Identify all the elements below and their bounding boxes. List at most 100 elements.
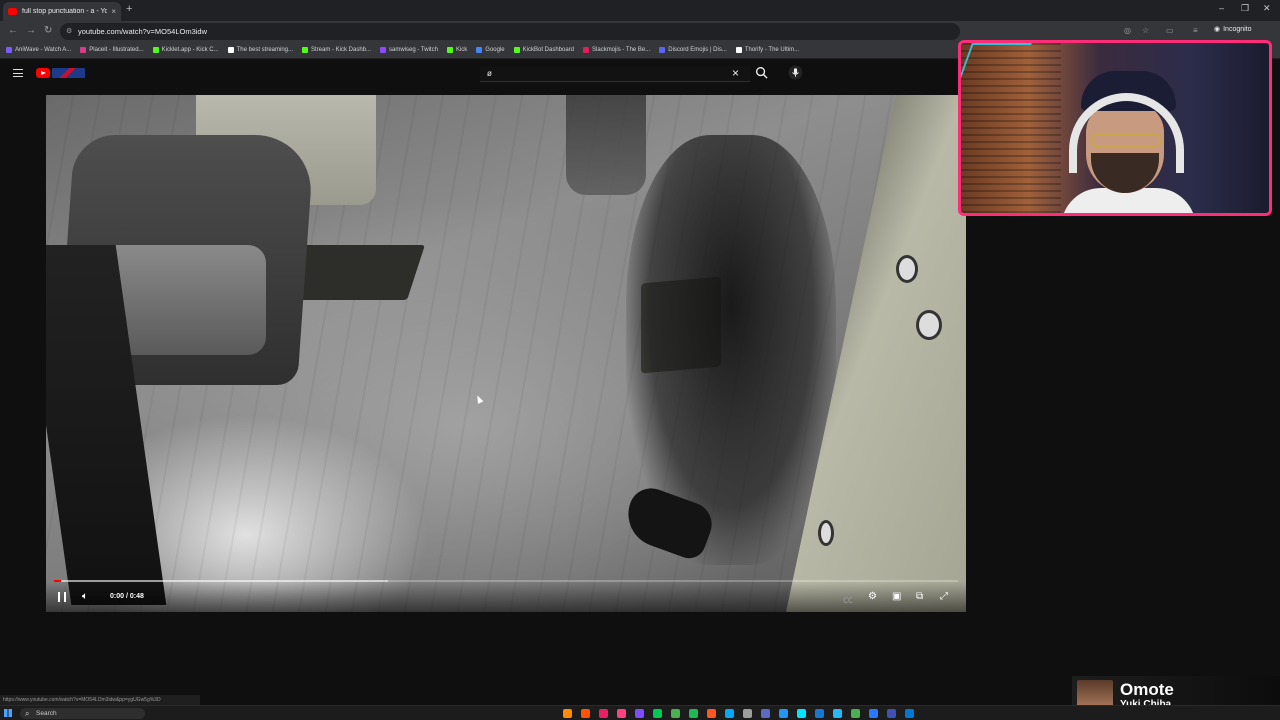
bookmark-item[interactable]: AniWave - Watch A...: [6, 47, 71, 53]
bookmark-favicon-icon: [446, 47, 453, 53]
bookmark-favicon-icon: [476, 47, 483, 53]
browser-toolbar: ← → ↻ ⚙ youtube.com/watch?v=MO54LOm3idw …: [0, 21, 1280, 42]
search-icon[interactable]: [755, 66, 768, 79]
youtube-logo-icon[interactable]: [36, 68, 50, 78]
new-tab-button[interactable]: +: [126, 3, 132, 15]
taskbar-app-icon[interactable]: [689, 709, 698, 718]
tab-title: full stop punctuation - a - YouT: [22, 8, 108, 15]
bookmark-label: KickBot Dashboard: [522, 47, 575, 53]
bookmark-item[interactable]: Thorify - The Ultim...: [735, 47, 799, 53]
address-bar[interactable]: ⚙ youtube.com/watch?v=MO54LOm3idw: [60, 23, 960, 40]
incognito-indicator[interactable]: ◉ Incognito: [1214, 25, 1252, 34]
bookmark-favicon-icon: [583, 47, 590, 53]
video-player[interactable]: 🔈︎ 0:00 / 0:48 ㏄ ⚙ ▣ ⧉ ⤢: [46, 95, 966, 612]
taskbar-app-icon[interactable]: [815, 709, 824, 718]
time-display: 0:00 / 0:48: [110, 593, 144, 600]
taskbar-app-icon[interactable]: [743, 709, 752, 718]
bookmark-label: Stream - Kick Dashb...: [311, 47, 372, 53]
bookmark-favicon-icon: [380, 47, 387, 53]
taskbar-apps: [563, 709, 914, 718]
taskbar-app-icon[interactable]: [707, 709, 716, 718]
taskbar-app-icon[interactable]: [581, 709, 590, 718]
bookmark-favicon-icon: [80, 47, 87, 53]
taskbar-app-icon[interactable]: [563, 709, 572, 718]
back-arrow-icon[interactable]: ←: [8, 25, 18, 36]
eye-off-icon[interactable]: ◎: [1124, 26, 1131, 35]
fullscreen-icon[interactable]: ⤢: [940, 591, 948, 602]
captions-icon[interactable]: ㏄: [843, 591, 853, 606]
taskbar-app-icon[interactable]: [725, 709, 734, 718]
bookmark-label: Discord Emojis | Dis...: [668, 47, 727, 53]
bookmark-item[interactable]: Discord Emojis | Dis...: [659, 47, 727, 53]
clear-search-icon[interactable]: ×: [732, 66, 739, 80]
close-window-icon[interactable]: ✕: [1263, 3, 1271, 14]
video-frame-magnet: [896, 255, 918, 283]
progress-bar[interactable]: [54, 580, 958, 582]
incognito-icon: ◉: [1214, 26, 1221, 33]
bookmark-item[interactable]: Stream - Kick Dashb...: [302, 47, 371, 53]
taskbar-app-icon[interactable]: [653, 709, 662, 718]
alert-name: Omote: [1120, 680, 1174, 699]
taskbar-app-icon[interactable]: [761, 709, 770, 718]
bookmark-item[interactable]: Google: [476, 47, 505, 53]
taskbar-app-icon[interactable]: [905, 709, 914, 718]
taskbar-app-icon[interactable]: [887, 709, 896, 718]
taskbar-app-icon[interactable]: [869, 709, 878, 718]
bookmark-favicon-icon: [513, 47, 520, 53]
forward-arrow-icon[interactable]: →: [26, 25, 36, 36]
bookmark-label: The best streaming...: [236, 47, 293, 53]
windows-taskbar: Search: [0, 705, 1280, 720]
progress-played: [54, 580, 62, 582]
bookmark-favicon-icon: [227, 47, 234, 53]
taskbar-app-icon[interactable]: [833, 709, 842, 718]
bookmark-star-icon[interactable]: ☆: [1142, 26, 1149, 35]
microphone-icon[interactable]: [788, 65, 803, 80]
bookmark-favicon-icon: [6, 47, 12, 53]
sidebar-icon[interactable]: ▭: [1166, 26, 1174, 35]
bookmark-label: Kicklet.app - Kick C...: [161, 47, 219, 53]
reload-icon[interactable]: ↻: [44, 25, 52, 36]
country-flag-logo: [52, 68, 85, 78]
bookmark-favicon-icon: [735, 47, 742, 53]
volume-icon[interactable]: 🔈︎: [82, 591, 88, 602]
streamer-figure: [1051, 63, 1201, 213]
restore-icon[interactable]: ❐: [1241, 3, 1249, 14]
browser-tab-active[interactable]: full stop punctuation - a - YouT ×: [3, 2, 121, 21]
taskbar-app-icon[interactable]: [599, 709, 608, 718]
taskbar-app-icon[interactable]: [851, 709, 860, 718]
site-info-icon[interactable]: ⚙: [66, 27, 72, 35]
webcam-overlay: [958, 40, 1272, 216]
taskbar-app-icon[interactable]: [617, 709, 626, 718]
miniplayer-icon[interactable]: ▣: [892, 591, 901, 602]
address-url: youtube.com/watch?v=MO54LOm3idw: [78, 27, 208, 36]
video-frame-magnet: [916, 310, 942, 340]
cast-icon[interactable]: ⧉: [916, 591, 923, 602]
screen: full stop punctuation - a - YouT × + – ❐…: [0, 0, 1280, 720]
taskbar-app-icon[interactable]: [635, 709, 644, 718]
search-input[interactable]: ø: [480, 66, 750, 82]
menu-icon[interactable]: [13, 69, 23, 77]
tab-close-icon[interactable]: ×: [111, 7, 116, 16]
pause-icon[interactable]: [58, 592, 66, 602]
youtube-header: ø ×: [0, 60, 960, 88]
taskbar-search[interactable]: Search: [20, 708, 145, 719]
minimize-icon[interactable]: –: [1219, 3, 1224, 13]
bookmark-item[interactable]: Placeit - Illustrated...: [80, 47, 144, 53]
bookmark-label: samwiseg - Twitch: [389, 47, 438, 53]
taskbar-app-icon[interactable]: [779, 709, 788, 718]
bookmark-item[interactable]: Kicklet.app - Kick C...: [152, 47, 219, 53]
bookmark-label: Google: [485, 47, 505, 53]
bookmark-item[interactable]: The best streaming...: [227, 47, 293, 53]
bookmark-favicon-icon: [152, 47, 159, 53]
media-icon[interactable]: ≡: [1193, 26, 1198, 35]
settings-gear-icon[interactable]: ⚙: [868, 591, 877, 602]
bookmark-item[interactable]: KickBot Dashboard: [513, 47, 575, 53]
bookmark-item[interactable]: Slackmojis - The Be...: [583, 47, 650, 53]
bookmark-item[interactable]: samwiseg - Twitch: [380, 47, 438, 53]
bookmark-item[interactable]: Kick: [446, 47, 467, 53]
windows-start-icon[interactable]: [4, 709, 12, 717]
taskbar-app-icon[interactable]: [797, 709, 806, 718]
taskbar-app-icon[interactable]: [671, 709, 680, 718]
video-frame-person: [566, 95, 646, 195]
bookmark-favicon-icon: [659, 47, 666, 53]
